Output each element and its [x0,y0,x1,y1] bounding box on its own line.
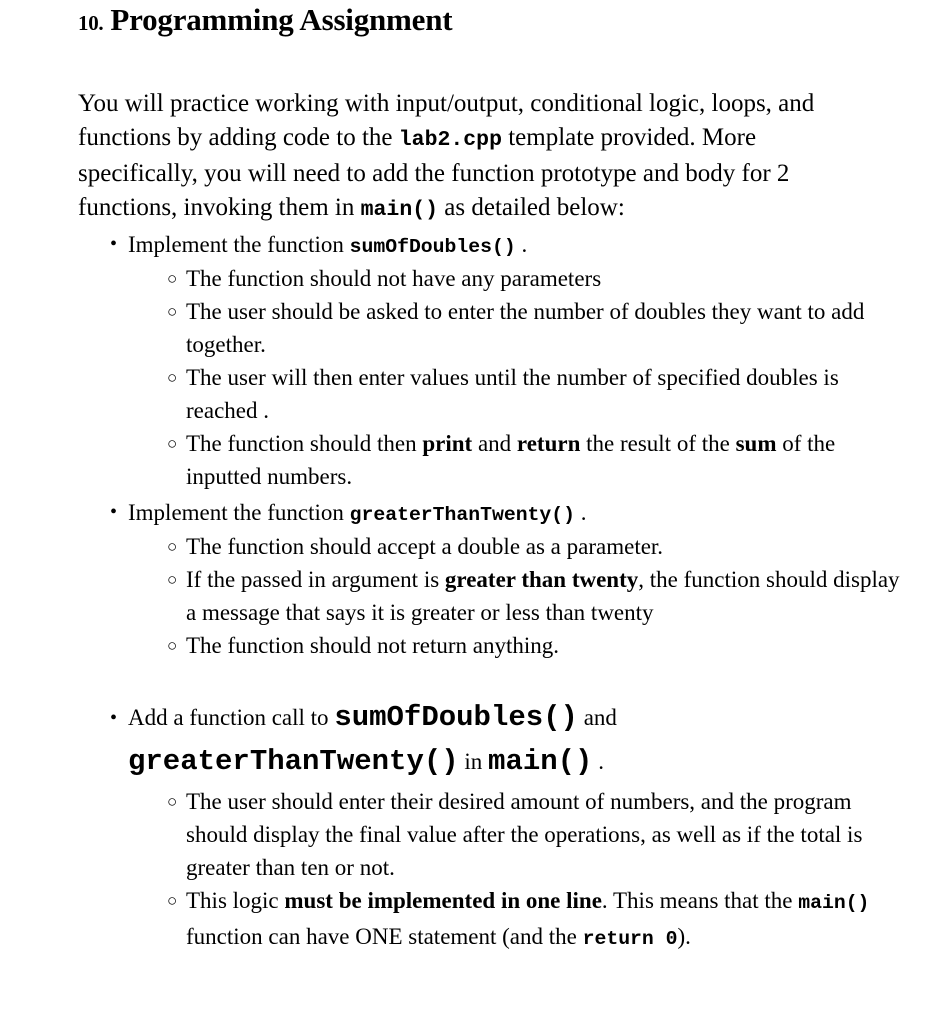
sublist-add-function-call: ○ The user should enter their desired am… [167,785,907,956]
circle-bullet-icon: ○ [167,570,178,589]
list-item: ○ The function should not have any param… [167,262,907,295]
circle-bullet-icon: ○ [167,636,178,655]
list-item-label: Implement the function sumOfDoubles() . [128,228,900,264]
circle-bullet-icon: ○ [167,792,178,811]
document-page: 10. Programming Assignment You will prac… [0,0,927,1024]
list-item-implement-sumofdoubles: • Implement the function sumOfDoubles() … [110,228,900,264]
intro-text-part-3: as detailed below: [438,194,625,221]
circle-bullet-icon: ○ [167,269,178,288]
list-item-label: The user should enter their desired amou… [186,789,863,880]
emphasis-sum: sum [735,431,777,456]
heading-list-number: 10. [78,11,104,35]
code-main-intro: main() [360,198,439,222]
list-item-add-function-call: • Add a function call to sumOfDoubles() … [110,696,900,784]
list-item-label: The function should then print and retur… [186,427,907,493]
list-item: ○ The user should enter their desired am… [167,785,907,884]
list-item: ○ If the passed in argument is greater t… [167,563,907,629]
sublist-sumofdoubles: ○ The function should not have any param… [167,262,907,493]
list-item-label: Add a function call to sumOfDoubles() an… [128,696,900,784]
code-lab2-cpp: lab2.cpp [398,128,502,152]
list-item: ○ The user will then enter values until … [167,361,907,427]
circle-bullet-icon: ○ [167,302,178,321]
bullet2-text-after: . [575,500,587,525]
emphasis-one-line: must be implemented in one line [284,888,602,913]
list-item: ○ This logic must be implemented in one … [167,884,907,956]
circle-bullet-icon: ○ [167,537,178,556]
list-item-label: The function should accept a double as a… [186,534,664,559]
bullet3-text-before: Add a function call to [128,705,335,730]
emphasis-return: return [516,431,581,456]
code-greaterthantwenty: greaterThanTwenty() [349,504,576,526]
list-item-label: This logic must be implemented in one li… [186,884,907,956]
subitem-text-part-2: and [472,431,517,456]
bullet1-text-before: Implement the function [128,232,350,257]
disc-bullet-icon: • [110,501,118,523]
bullet3-text-mid-1: and [577,705,617,730]
subitem-text-part-2: . This means that the [601,888,799,913]
page-title: 10. Programming Assignment [78,0,453,38]
subitem-text-part-4: ). [677,924,691,949]
bullet3-text-after: . [592,749,604,774]
circle-bullet-icon: ○ [167,368,178,387]
emphasis-print: print [422,431,473,456]
emphasis-greater-than-twenty: greater than twenty [444,567,639,592]
list-item-label: The user should be asked to enter the nu… [186,299,865,357]
subitem-text-part-3: the result of the [580,431,736,456]
bullet2-text-before: Implement the function [128,500,350,525]
bullet1-text-after: . [515,232,528,257]
list-item: ○ The function should not return anythin… [167,629,907,662]
list-item: ○ The user should be asked to enter the … [167,295,907,361]
list-item-label: The function should not have any paramet… [186,266,602,291]
disc-bullet-icon: • [110,233,118,255]
bullet3-text-mid-2: in [458,749,489,774]
code-sumofdoubles: sumOfDoubles() [349,236,516,258]
list-item-implement-greaterthantwenty: • Implement the function greaterThanTwen… [110,496,900,532]
list-item-label: If the passed in argument is greater tha… [186,563,907,629]
code-return-zero: return 0 [582,928,678,950]
list-item-label: The user will then enter values until th… [186,365,839,423]
list-item-label: Implement the function greaterThanTwenty… [128,496,900,532]
disc-bullet-icon: • [110,707,118,729]
code-greaterthantwenty-call: greaterThanTwenty() [128,745,459,778]
subitem-text-part-1: The function should then [186,431,423,456]
list-item: ○ The function should then print and ret… [167,427,907,493]
list-item-label: The function should not return anything. [186,633,560,658]
intro-paragraph: You will practice working with input/out… [78,87,838,227]
heading-title-text: Programming Assignment [110,2,453,37]
subitem-text-part-1: This logic [186,888,285,913]
code-main-call: main() [488,745,593,778]
subitem-text-part-3: function can have ONE statement (and the [186,924,583,949]
circle-bullet-icon: ○ [167,434,178,453]
sublist-greaterthantwenty: ○ The function should accept a double as… [167,530,907,662]
code-sumofdoubles-call: sumOfDoubles() [334,701,578,734]
list-item: ○ The function should accept a double as… [167,530,907,563]
subitem-text-part-1: If the passed in argument is [186,567,445,592]
circle-bullet-icon: ○ [167,891,178,910]
code-main-statement: main() [798,892,870,914]
